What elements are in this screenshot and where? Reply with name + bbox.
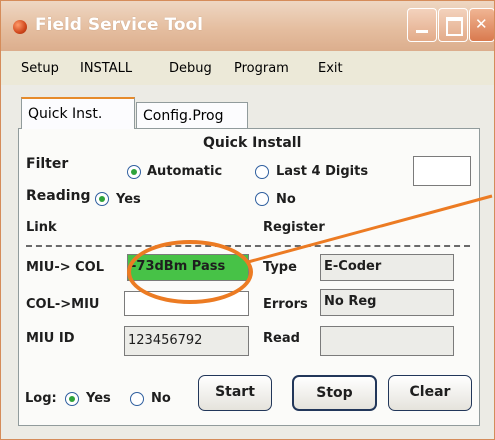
window-title: Field Service Tool — [35, 15, 203, 35]
menu-setup[interactable]: Setup — [21, 61, 59, 76]
filter-last4-label[interactable]: Last 4 Digits — [276, 164, 368, 179]
clear-button[interactable]: Clear — [388, 375, 472, 411]
read-label: Read — [263, 331, 300, 346]
col-miu-value — [124, 291, 249, 316]
reading-no-label[interactable]: No — [276, 192, 296, 207]
reading-no-radio[interactable] — [255, 192, 269, 206]
miu-col-label: MIU-> COL — [26, 260, 105, 275]
filter-last4-radio[interactable] — [255, 165, 269, 179]
section-divider — [26, 245, 470, 247]
tab-config-prog[interactable]: Config.Prog — [136, 102, 248, 128]
log-yes-radio[interactable] — [65, 392, 79, 406]
menu-program[interactable]: Program — [234, 61, 289, 76]
link-header: Link — [26, 220, 57, 235]
menu-debug[interactable]: Debug — [169, 61, 212, 76]
register-header: Register — [263, 220, 325, 235]
tab-quick-inst[interactable]: Quick Inst. — [21, 97, 135, 129]
app-window: Field Service Tool Setup INSTALL Debug P… — [0, 0, 495, 440]
read-value — [320, 326, 454, 356]
maximize-button[interactable] — [438, 8, 468, 42]
menu-exit[interactable]: Exit — [318, 61, 343, 76]
col-miu-label: COL->MIU — [26, 297, 100, 312]
filter-automatic-label[interactable]: Automatic — [147, 164, 222, 179]
filter-digits-input[interactable] — [413, 156, 471, 186]
errors-value: No Reg — [320, 289, 454, 316]
miu-id-label: MIU ID — [26, 331, 75, 346]
log-label: Log: — [25, 391, 57, 406]
errors-label: Errors — [263, 297, 308, 312]
filter-label: Filter — [26, 156, 69, 172]
stop-button[interactable]: Stop — [292, 375, 377, 411]
reading-label: Reading — [26, 188, 91, 204]
minimize-button[interactable] — [407, 8, 437, 42]
miu-col-value: -73dBm Pass — [127, 254, 249, 281]
close-button[interactable] — [469, 8, 494, 42]
log-no-label[interactable]: No — [151, 391, 171, 406]
log-no-radio[interactable] — [130, 392, 144, 406]
type-label: Type — [263, 260, 297, 275]
menu-install[interactable]: INSTALL — [80, 61, 132, 76]
title-bar[interactable]: Field Service Tool — [1, 1, 494, 51]
log-yes-label[interactable]: Yes — [86, 391, 111, 406]
reading-yes-label[interactable]: Yes — [116, 192, 141, 207]
miu-id-value: 123456792 — [124, 326, 249, 356]
filter-automatic-radio[interactable] — [127, 165, 141, 179]
panel-heading: Quick Install — [203, 135, 302, 151]
start-button[interactable]: Start — [198, 375, 272, 411]
type-value: E-Coder — [320, 254, 454, 281]
menu-bar: Setup INSTALL Debug Program Exit — [1, 51, 494, 85]
app-icon — [13, 20, 27, 34]
reading-yes-radio[interactable] — [95, 192, 109, 206]
